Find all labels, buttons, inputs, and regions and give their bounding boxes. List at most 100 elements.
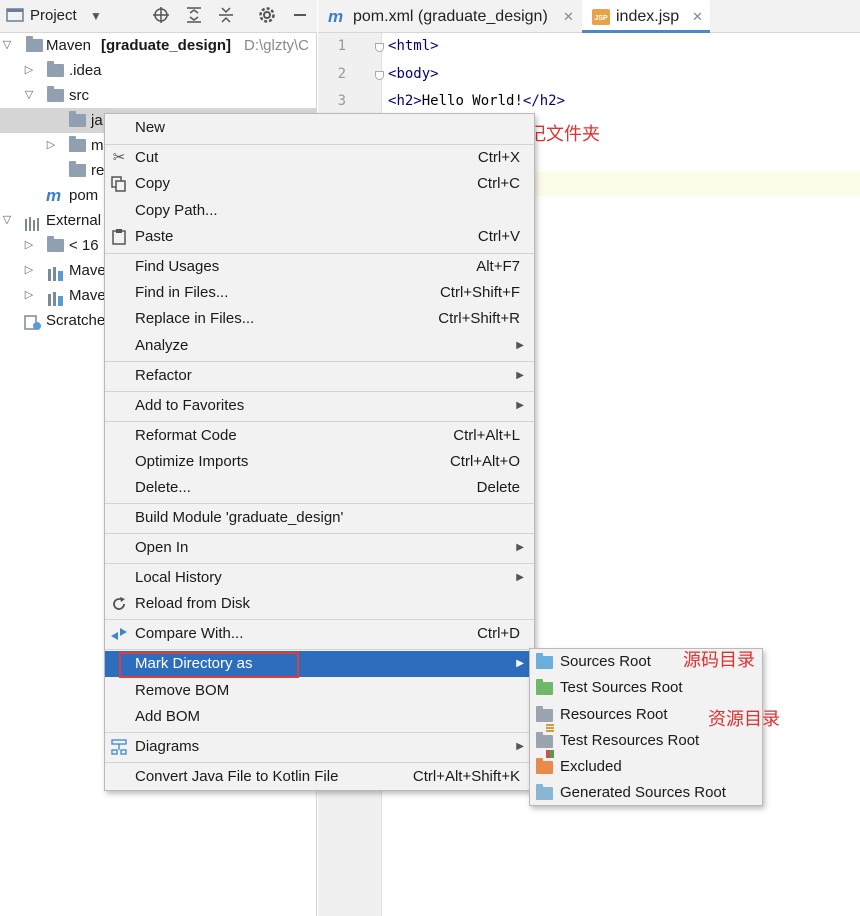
folder-icon xyxy=(47,61,64,77)
library-icon xyxy=(47,289,65,306)
submenu-label: Resources Root xyxy=(560,706,668,723)
menu-item-refactor[interactable]: Refactor ▶ xyxy=(105,363,534,389)
test-sources-root-folder-icon xyxy=(536,679,553,695)
chevron-down-icon[interactable]: ▽ xyxy=(22,83,36,108)
menu-shortcut: Ctrl+Shift+R xyxy=(438,310,520,327)
menu-item-add-bom[interactable]: Add BOM xyxy=(105,704,534,730)
fold-marker-icon[interactable] xyxy=(375,43,384,52)
chevron-down-icon[interactable]: ▽ xyxy=(0,208,14,233)
collapse-all-icon[interactable] xyxy=(216,6,236,26)
jdk-folder-icon xyxy=(47,236,64,252)
submenu-item-test-sources-root[interactable]: Test Sources Root xyxy=(530,675,762,701)
tab-index-jsp[interactable]: JSP index.jsp ✕ xyxy=(582,0,710,33)
chevron-down-icon[interactable]: ▽ xyxy=(0,33,14,58)
code-line-2[interactable]: <body> xyxy=(388,66,439,82)
menu-item-find-usages[interactable]: Find Usages Alt+F7 xyxy=(105,254,534,280)
submenu-arrow-icon: ▶ xyxy=(516,400,524,411)
menu-item-find-in-files[interactable]: Find in Files... Ctrl+Shift+F xyxy=(105,280,534,306)
menu-label: Replace in Files... xyxy=(135,310,255,327)
menu-item-local-history[interactable]: Local History ▶ xyxy=(105,565,534,591)
menu-item-open-in[interactable]: Open In ▶ xyxy=(105,535,534,561)
submenu-item-generated-sources-root[interactable]: Generated Sources Root xyxy=(530,780,762,806)
menu-separator xyxy=(105,391,534,392)
menu-item-reload-from-disk[interactable]: Reload from Disk xyxy=(105,591,534,617)
scratches-icon xyxy=(24,314,42,330)
code-line-3[interactable]: <h2>Hello World!</h2> xyxy=(388,93,565,109)
tree-row-src[interactable]: ▽ src xyxy=(0,83,317,108)
chevron-right-icon[interactable]: ▷ xyxy=(22,258,36,283)
tree-row-maven-root[interactable]: ▽ Maven [graduate_design] D:\glzty\C xyxy=(0,33,317,58)
code-line-1[interactable]: <html> xyxy=(388,38,439,54)
excluded-folder-icon xyxy=(536,758,553,774)
menu-item-paste[interactable]: Paste Ctrl+V xyxy=(105,224,534,250)
menu-item-copy[interactable]: Copy Ctrl+C xyxy=(105,171,534,197)
gear-icon[interactable] xyxy=(257,6,277,26)
close-icon[interactable]: ✕ xyxy=(563,0,574,33)
menu-item-copy-path[interactable]: Copy Path... xyxy=(105,198,534,224)
code-token: > xyxy=(413,93,422,109)
tree-label-root-name: [graduate_design] xyxy=(101,37,232,54)
menu-item-diagrams[interactable]: Diagrams ▶ xyxy=(105,734,534,760)
chevron-right-icon[interactable]: ▷ xyxy=(22,233,36,258)
chevron-down-icon[interactable]: ▼ xyxy=(86,6,106,26)
menu-item-replace-in-files[interactable]: Replace in Files... Ctrl+Shift+R xyxy=(105,306,534,332)
menu-shortcut: Ctrl+X xyxy=(477,149,520,166)
code-tag-name: h2 xyxy=(539,93,557,109)
close-icon[interactable]: ✕ xyxy=(692,0,703,33)
submenu-item-excluded[interactable]: Excluded xyxy=(530,754,762,780)
menu-item-remove-bom[interactable]: Remove BOM xyxy=(105,678,534,704)
menu-separator xyxy=(105,503,534,504)
menu-item-add-to-favorites[interactable]: Add to Favorites ▶ xyxy=(105,393,534,419)
submenu-item-test-resources-root[interactable]: Test Resources Root xyxy=(530,728,762,758)
chevron-right-icon[interactable]: ▷ xyxy=(22,58,36,83)
menu-shortcut: Ctrl+Alt+Shift+K xyxy=(412,768,520,785)
chevron-right-icon[interactable]: ▷ xyxy=(22,283,36,308)
menu-item-analyze[interactable]: Analyze ▶ xyxy=(105,333,534,359)
clipboard-icon xyxy=(110,229,128,245)
project-view-title[interactable]: Project xyxy=(30,7,77,24)
menu-separator xyxy=(105,732,534,733)
menu-label: Convert Java File to Kotlin File xyxy=(135,768,339,785)
tree-label-java: ja xyxy=(91,112,103,129)
chevron-right-icon[interactable]: ▷ xyxy=(44,133,58,158)
folder-icon xyxy=(69,161,86,177)
menu-item-reformat-code[interactable]: Reformat Code Ctrl+Alt+L xyxy=(105,423,534,449)
menu-item-delete[interactable]: Delete... Delete xyxy=(105,475,534,501)
menu-label: Compare With... xyxy=(135,625,244,642)
menu-item-build-module[interactable]: Build Module 'graduate_design' xyxy=(105,505,534,531)
folder-icon xyxy=(47,86,64,102)
reload-icon xyxy=(110,596,128,612)
menu-shortcut: Ctrl+C xyxy=(477,175,520,192)
expand-all-icon[interactable] xyxy=(184,6,204,26)
menu-label: Remove BOM xyxy=(135,682,230,699)
tree-label-jdk: < 16 xyxy=(69,237,99,254)
menu-label: Analyze xyxy=(135,337,189,354)
submenu-label: Test Sources Root xyxy=(560,679,683,696)
locate-icon[interactable] xyxy=(151,6,171,26)
menu-item-new[interactable]: New xyxy=(105,115,534,141)
menu-label: Local History xyxy=(135,569,222,586)
tab-label: index.jsp xyxy=(616,8,680,25)
menu-item-convert-java-to-kotlin[interactable]: Convert Java File to Kotlin File Ctrl+Al… xyxy=(105,764,534,790)
submenu-label: Test Resources Root xyxy=(560,732,700,749)
tree-label-maven-lib-1: Mave xyxy=(69,262,106,279)
tree-row-idea[interactable]: ▷ .idea xyxy=(0,58,317,83)
menu-item-compare-with[interactable]: Compare With... Ctrl+D xyxy=(105,621,534,647)
submenu-arrow-icon: ▶ xyxy=(516,340,524,351)
menu-shortcut: Ctrl+Alt+O xyxy=(449,453,520,470)
minimize-icon[interactable] xyxy=(290,6,310,26)
line-number: 1 xyxy=(337,38,346,54)
menu-label: Build Module 'graduate_design' xyxy=(135,509,344,526)
project-toolbar: Project ▼ xyxy=(0,0,317,33)
menu-item-optimize-imports[interactable]: Optimize Imports Ctrl+Alt+O xyxy=(105,449,534,475)
menu-separator xyxy=(105,762,534,763)
jsp-icon: JSP xyxy=(592,9,610,25)
tab-pom-xml[interactable]: m pom.xml (graduate_design) ✕ xyxy=(318,0,580,33)
fold-marker-icon[interactable] xyxy=(375,71,384,80)
menu-item-cut[interactable]: ✂ Cut Ctrl+X xyxy=(105,145,534,171)
menu-label: Refactor xyxy=(135,367,192,384)
library-icon xyxy=(47,264,65,281)
submenu-arrow-icon: ▶ xyxy=(516,658,524,669)
maven-icon: m xyxy=(46,186,62,205)
code-token: </ xyxy=(522,93,540,109)
